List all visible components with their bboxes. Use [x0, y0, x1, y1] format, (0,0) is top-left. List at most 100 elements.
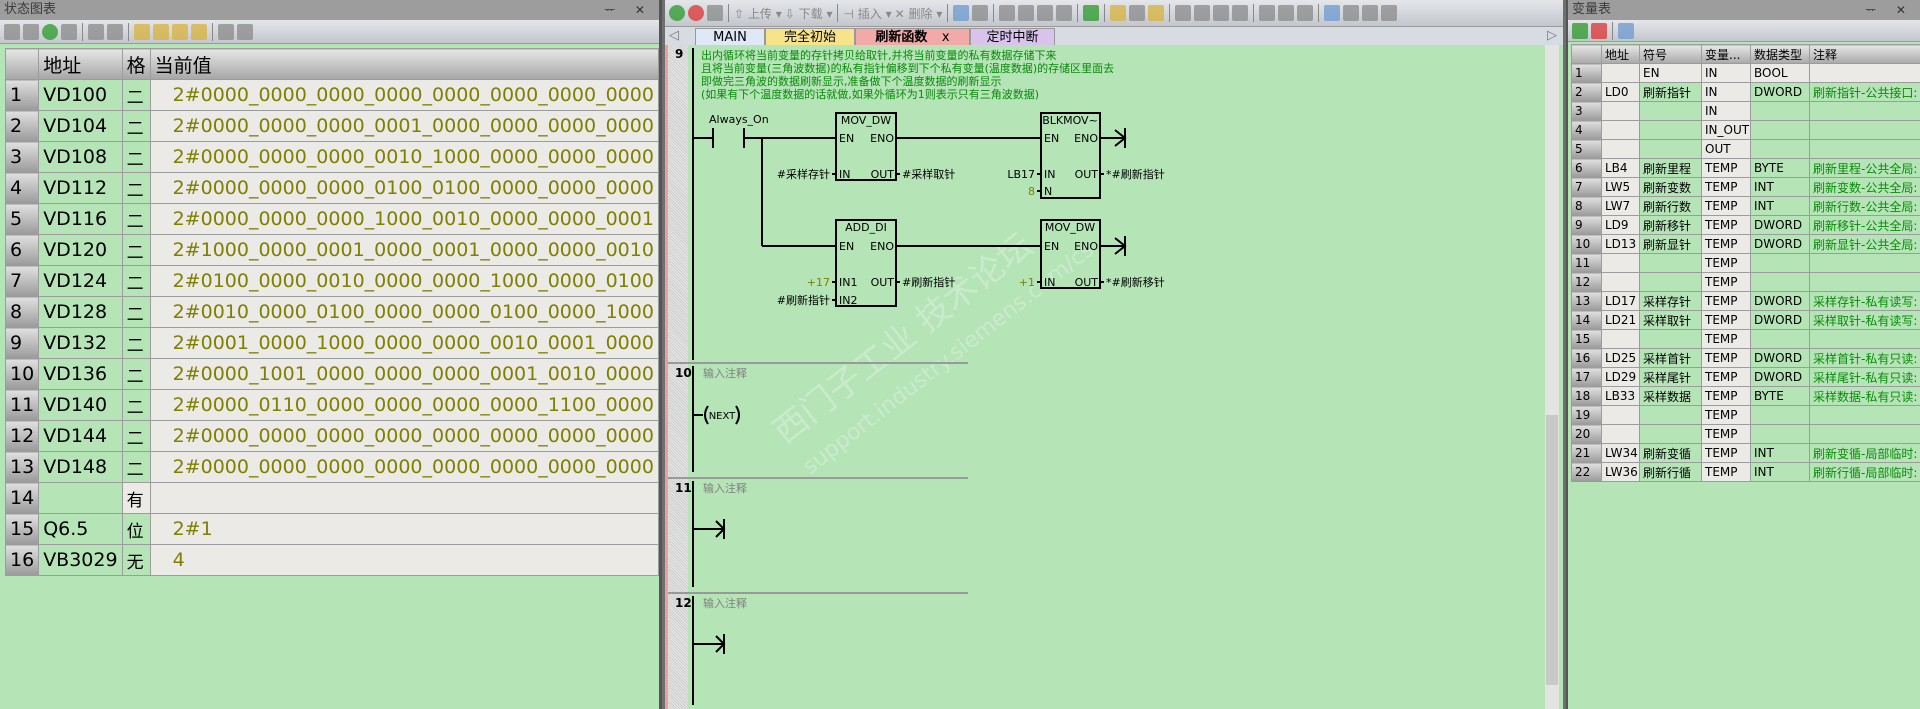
var-type-cell[interactable]: IN_OUT [1701, 120, 1751, 140]
operand[interactable]: 8 [1028, 185, 1035, 198]
symbol-cell[interactable]: 采样尾针 [1639, 367, 1702, 387]
symbol-cell[interactable] [1639, 139, 1702, 159]
row-number[interactable]: 15 [4, 513, 40, 545]
format-cell[interactable]: 有 [121, 482, 151, 514]
operand[interactable]: *#刷新移针 [1106, 275, 1165, 289]
address-cell[interactable]: VD144 [38, 420, 123, 452]
column-header-data-type[interactable]: 数据类型 [1750, 44, 1810, 64]
table-row[interactable]: 13 LD17 采样存针 TEMP DWORD 采样存针-私有读写: [1571, 291, 1920, 311]
read-icon[interactable] [88, 23, 104, 40]
data-type-cell[interactable] [1750, 101, 1810, 121]
row-number[interactable]: 7 [1571, 177, 1602, 197]
data-type-cell[interactable] [1750, 253, 1810, 273]
row-number[interactable]: 9 [4, 327, 40, 359]
table-row[interactable]: 6 VD120 二 2#1000_0000_0001_0000_0001_0000_0… [4, 234, 659, 266]
row-number[interactable]: 1 [4, 79, 40, 111]
row-number[interactable]: 3 [4, 141, 40, 173]
row-number[interactable]: 17 [1571, 367, 1602, 387]
row-number[interactable]: 15 [1571, 329, 1602, 349]
symbol-cell[interactable]: EN [1639, 63, 1702, 83]
symbol-cell[interactable]: 刷新行数 [1639, 196, 1702, 216]
data-type-cell[interactable]: DWORD [1750, 234, 1810, 254]
comment-cell[interactable]: 刷新行循-局部临时: [1809, 462, 1920, 482]
row-number[interactable]: 4 [4, 172, 40, 204]
operand[interactable]: +1 [1019, 276, 1035, 289]
var-type-cell[interactable]: TEMP [1701, 405, 1751, 425]
table-row[interactable]: 10 VD136 二 2#0000_1001_0000_0000_0000_0001_… [4, 358, 659, 390]
row-number[interactable]: 3 [1571, 101, 1602, 121]
address-cell[interactable]: LB4 [1601, 158, 1640, 178]
table-row[interactable]: 10 LD13 刷新显针 TEMP DWORD 刷新显针-公共全局: [1571, 234, 1920, 254]
table-row[interactable]: 9 LD9 刷新移针 TEMP DWORD 刷新移针-公共全局: [1571, 215, 1920, 235]
next-coil[interactable]: NEXT [709, 411, 736, 422]
table-row[interactable]: 11 VD140 二 2#0000_0110_0000_0000_0000_0000_… [4, 389, 659, 421]
row-number[interactable]: 20 [1571, 424, 1602, 444]
row-number[interactable]: 5 [4, 203, 40, 235]
network-comment[interactable]: 输入注释 [703, 596, 747, 610]
data-type-cell[interactable]: BYTE [1750, 158, 1810, 178]
data-type-cell[interactable]: DWORD [1750, 348, 1810, 368]
format-cell[interactable]: 二 [121, 420, 151, 452]
address-cell[interactable]: VD112 [38, 172, 123, 204]
address-cell[interactable] [1601, 120, 1640, 140]
table-row[interactable]: 5 OUT [1571, 139, 1920, 159]
symbol-cell[interactable] [1639, 424, 1702, 444]
table-row[interactable]: 1 EN IN BOOL [1571, 63, 1920, 83]
row-number[interactable]: 13 [4, 451, 40, 483]
row-number[interactable]: 11 [1571, 253, 1602, 273]
var-type-cell[interactable]: TEMP [1701, 272, 1751, 292]
table-row[interactable]: 21 LW34 刷新变循 TEMP INT 刷新变循-局部临时: [1571, 443, 1920, 463]
symbol-cell[interactable]: 刷新变数 [1639, 177, 1702, 197]
format-cell[interactable]: 无 [121, 544, 151, 576]
address-cell[interactable]: LB33 [1601, 386, 1640, 406]
symbol-cell[interactable] [1639, 253, 1702, 273]
data-type-cell[interactable] [1750, 405, 1810, 425]
row-number[interactable]: 11 [4, 389, 40, 421]
current-value-cell[interactable]: 2#0000_0000_0000_0010_1000_0000_0000_000… [149, 141, 659, 173]
var-type-cell[interactable]: TEMP [1701, 367, 1751, 387]
comment-cell[interactable] [1809, 101, 1920, 121]
create-symbols-icon[interactable] [1618, 22, 1634, 39]
row-number[interactable]: 2 [4, 110, 40, 142]
row-number[interactable]: 16 [1571, 348, 1602, 368]
row-number[interactable]: 10 [4, 358, 40, 390]
row-number[interactable]: 8 [4, 296, 40, 328]
data-type-cell[interactable]: DWORD [1750, 367, 1810, 387]
comment-cell[interactable]: 采样尾针-私有只读: [1809, 367, 1920, 387]
address-cell[interactable]: LW5 [1601, 177, 1640, 197]
var-type-cell[interactable]: TEMP [1701, 443, 1751, 463]
comment-cell[interactable]: 采样存针-私有读写: [1809, 291, 1920, 311]
comment-cell[interactable]: 刷新指针-公共接口: [1809, 82, 1920, 102]
address-cell[interactable]: LD9 [1601, 215, 1640, 235]
comment-cell[interactable]: 刷新变循-局部临时: [1809, 443, 1920, 463]
address-cell[interactable]: LD21 [1601, 310, 1640, 330]
row-number[interactable]: 19 [1571, 405, 1602, 425]
address-cell[interactable] [1601, 139, 1640, 159]
row-number[interactable]: 22 [1571, 462, 1602, 482]
table-row[interactable]: 4 IN_OUT [1571, 120, 1920, 140]
table-row[interactable]: 22 LW36 刷新行循 TEMP INT 刷新行循-局部临时: [1571, 462, 1920, 482]
operand[interactable]: +17 [807, 276, 830, 289]
current-value-cell[interactable]: 2#0000_0000_0000_1000_0010_0000_0000_000… [149, 203, 659, 235]
table-row[interactable]: 12 VD144 二 2#0000_0000_0000_0000_0000_0000_… [4, 420, 659, 452]
tag-icon[interactable] [237, 23, 253, 40]
address-cell[interactable] [1601, 63, 1640, 83]
address-cell[interactable]: VD104 [38, 110, 123, 142]
unforce-icon[interactable] [153, 23, 169, 40]
address-cell[interactable]: VD128 [38, 296, 123, 328]
comment-cell[interactable]: 采样首针-私有只读: [1809, 348, 1920, 368]
data-type-cell[interactable]: INT [1750, 443, 1810, 463]
row-number[interactable]: 14 [1571, 310, 1602, 330]
data-type-cell[interactable]: DWORD [1750, 291, 1810, 311]
column-header-address[interactable]: 地址 [38, 48, 123, 80]
symbol-cell[interactable]: 刷新里程 [1639, 158, 1702, 178]
format-cell[interactable]: 二 [121, 296, 151, 328]
comment-cell[interactable] [1809, 253, 1920, 273]
table-row[interactable]: 15 Q6.5 位 2#1 [4, 513, 659, 545]
current-value-cell[interactable]: 2#0000_0110_0000_0000_0000_0000_1100_000… [149, 389, 659, 421]
var-type-cell[interactable]: TEMP [1701, 348, 1751, 368]
row-number[interactable]: 21 [1571, 443, 1602, 463]
address-cell[interactable]: LD17 [1601, 291, 1640, 311]
address-cell[interactable]: LW34 [1601, 443, 1640, 463]
row-number[interactable]: 5 [1571, 139, 1602, 159]
